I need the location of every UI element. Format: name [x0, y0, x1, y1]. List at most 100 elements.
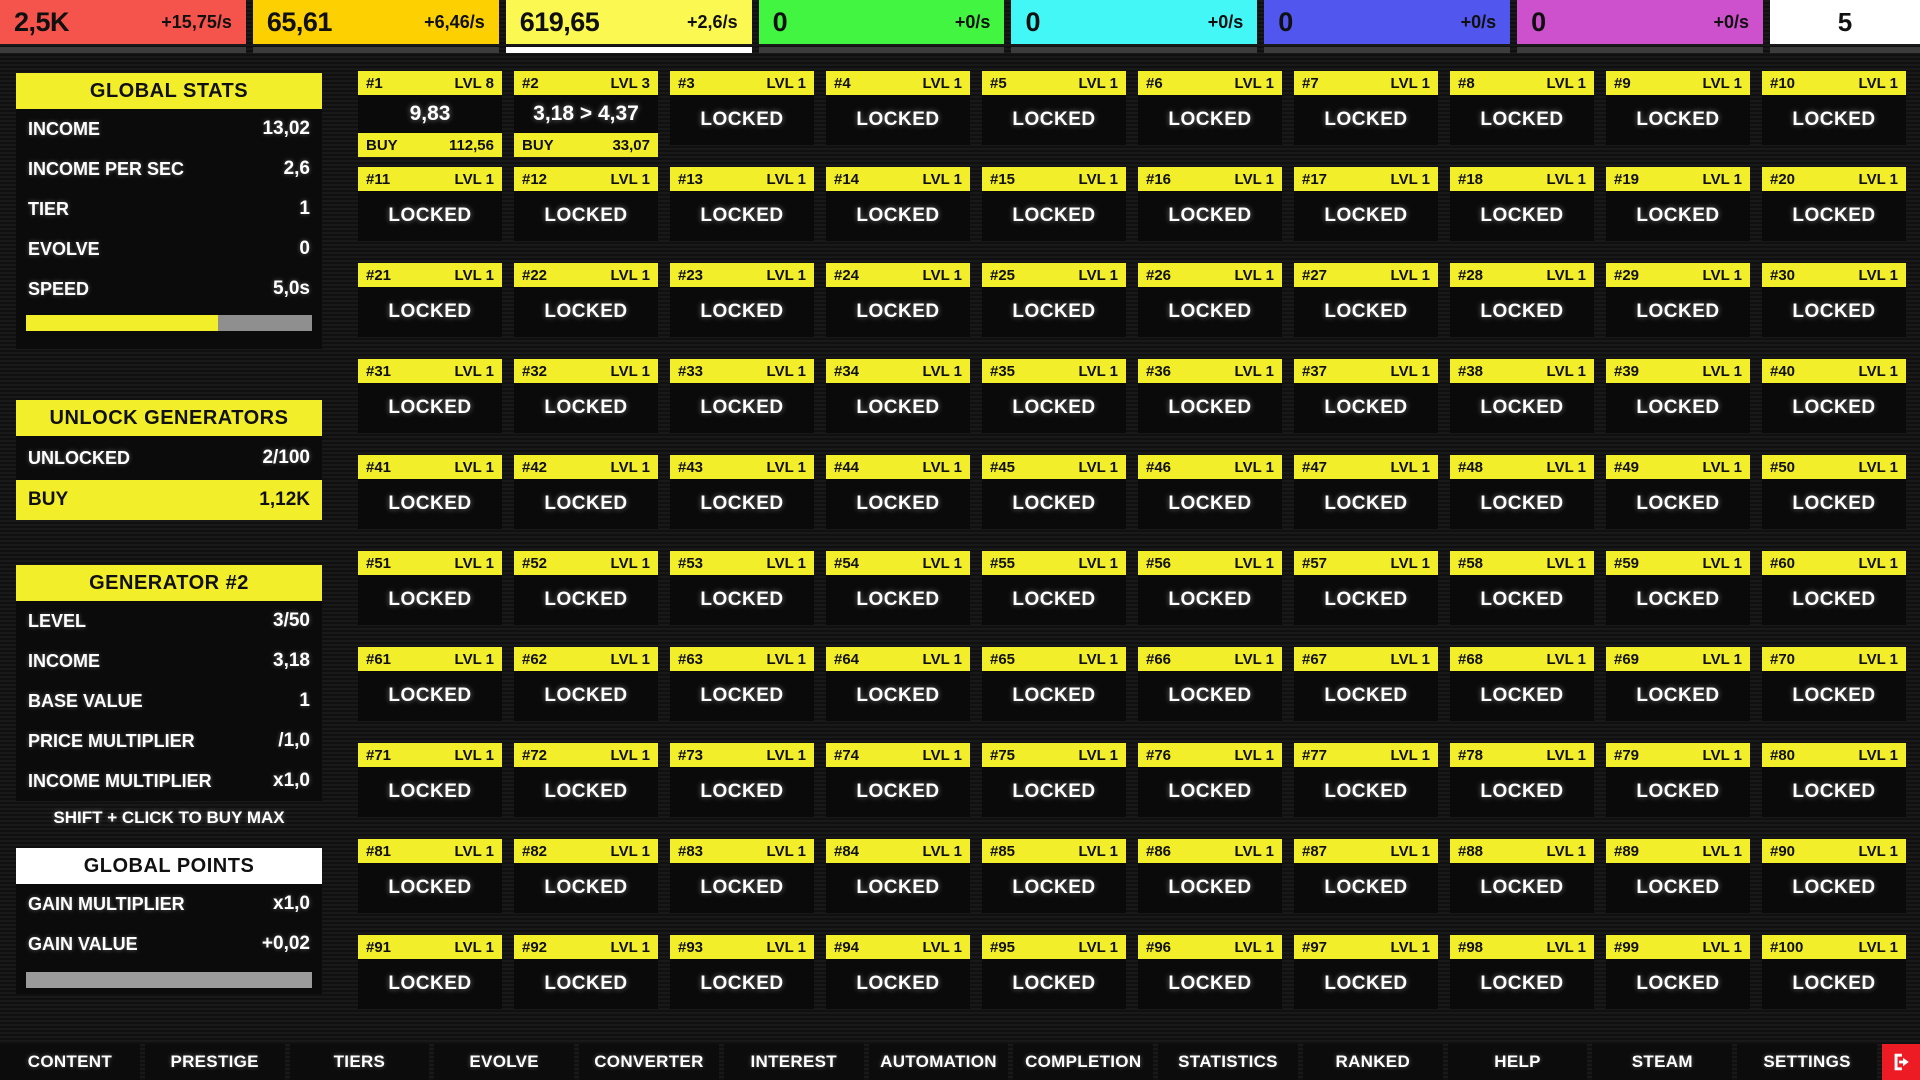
- generator-tile-98[interactable]: #98LVL 1LOCKED: [1450, 935, 1594, 1009]
- generator-tile-94[interactable]: #94LVL 1LOCKED: [826, 935, 970, 1009]
- generator-tile-39[interactable]: #39LVL 1LOCKED: [1606, 359, 1750, 433]
- generator-tile-43[interactable]: #43LVL 1LOCKED: [670, 455, 814, 529]
- generator-tile-82[interactable]: #82LVL 1LOCKED: [514, 839, 658, 913]
- generator-tile-8[interactable]: #8LVL 1LOCKED: [1450, 71, 1594, 145]
- generator-tile-32[interactable]: #32LVL 1LOCKED: [514, 359, 658, 433]
- generator-tile-56[interactable]: #56LVL 1LOCKED: [1138, 551, 1282, 625]
- generator-tile-41[interactable]: #41LVL 1LOCKED: [358, 455, 502, 529]
- generator-tile-71[interactable]: #71LVL 1LOCKED: [358, 743, 502, 817]
- generator-tile-88[interactable]: #88LVL 1LOCKED: [1450, 839, 1594, 913]
- generator-tile-92[interactable]: #92LVL 1LOCKED: [514, 935, 658, 1009]
- generator-tile-35[interactable]: #35LVL 1LOCKED: [982, 359, 1126, 433]
- generator-tile-80[interactable]: #80LVL 1LOCKED: [1762, 743, 1906, 817]
- generator-tile-37[interactable]: #37LVL 1LOCKED: [1294, 359, 1438, 433]
- generator-tile-5[interactable]: #5LVL 1LOCKED: [982, 71, 1126, 145]
- generator-tile-84[interactable]: #84LVL 1LOCKED: [826, 839, 970, 913]
- generator-tile-16[interactable]: #16LVL 1LOCKED: [1138, 167, 1282, 241]
- currency-box-3[interactable]: 619,65+2,6/s: [506, 0, 752, 44]
- currency-box-7[interactable]: 0+0/s: [1517, 0, 1763, 44]
- generator-tile-87[interactable]: #87LVL 1LOCKED: [1294, 839, 1438, 913]
- generator-tile-57[interactable]: #57LVL 1LOCKED: [1294, 551, 1438, 625]
- generator-tile-72[interactable]: #72LVL 1LOCKED: [514, 743, 658, 817]
- generator-buy-row[interactable]: BUY33,07: [514, 133, 658, 157]
- generator-tile-47[interactable]: #47LVL 1LOCKED: [1294, 455, 1438, 529]
- generator-tile-28[interactable]: #28LVL 1LOCKED: [1450, 263, 1594, 337]
- generator-buy-row[interactable]: BUY112,56: [358, 133, 502, 157]
- nav-button-statistics[interactable]: STATISTICS: [1158, 1044, 1298, 1080]
- generator-tile-61[interactable]: #61LVL 1LOCKED: [358, 647, 502, 721]
- generator-tile-66[interactable]: #66LVL 1LOCKED: [1138, 647, 1282, 721]
- generator-tile-100[interactable]: #100LVL 1LOCKED: [1762, 935, 1906, 1009]
- generator-tile-36[interactable]: #36LVL 1LOCKED: [1138, 359, 1282, 433]
- generator-tile-46[interactable]: #46LVL 1LOCKED: [1138, 455, 1282, 529]
- generator-tile-51[interactable]: #51LVL 1LOCKED: [358, 551, 502, 625]
- generator-tile-31[interactable]: #31LVL 1LOCKED: [358, 359, 502, 433]
- generator-tile-70[interactable]: #70LVL 1LOCKED: [1762, 647, 1906, 721]
- nav-button-interest[interactable]: INTEREST: [724, 1044, 864, 1080]
- generator-tile-26[interactable]: #26LVL 1LOCKED: [1138, 263, 1282, 337]
- generator-tile-11[interactable]: #11LVL 1LOCKED: [358, 167, 502, 241]
- unlock-buy-button[interactable]: BUY 1,12K: [16, 480, 322, 520]
- currency-box-4[interactable]: 0+0/s: [759, 0, 1005, 44]
- buy-amount-box[interactable]: 5: [1770, 0, 1920, 44]
- generator-tile-64[interactable]: #64LVL 1LOCKED: [826, 647, 970, 721]
- generator-tile-99[interactable]: #99LVL 1LOCKED: [1606, 935, 1750, 1009]
- generator-tile-24[interactable]: #24LVL 1LOCKED: [826, 263, 970, 337]
- generator-tile-34[interactable]: #34LVL 1LOCKED: [826, 359, 970, 433]
- generator-tile-17[interactable]: #17LVL 1LOCKED: [1294, 167, 1438, 241]
- generator-tile-9[interactable]: #9LVL 1LOCKED: [1606, 71, 1750, 145]
- generator-tile-19[interactable]: #19LVL 1LOCKED: [1606, 167, 1750, 241]
- generator-tile-73[interactable]: #73LVL 1LOCKED: [670, 743, 814, 817]
- generator-tile-59[interactable]: #59LVL 1LOCKED: [1606, 551, 1750, 625]
- generator-tile-91[interactable]: #91LVL 1LOCKED: [358, 935, 502, 1009]
- generator-tile-21[interactable]: #21LVL 1LOCKED: [358, 263, 502, 337]
- generator-tile-33[interactable]: #33LVL 1LOCKED: [670, 359, 814, 433]
- nav-button-help[interactable]: HELP: [1448, 1044, 1588, 1080]
- generator-tile-76[interactable]: #76LVL 1LOCKED: [1138, 743, 1282, 817]
- generator-tile-86[interactable]: #86LVL 1LOCKED: [1138, 839, 1282, 913]
- generator-tile-20[interactable]: #20LVL 1LOCKED: [1762, 167, 1906, 241]
- generator-tile-44[interactable]: #44LVL 1LOCKED: [826, 455, 970, 529]
- generator-tile-81[interactable]: #81LVL 1LOCKED: [358, 839, 502, 913]
- generator-tile-6[interactable]: #6LVL 1LOCKED: [1138, 71, 1282, 145]
- generator-tile-48[interactable]: #48LVL 1LOCKED: [1450, 455, 1594, 529]
- generator-tile-53[interactable]: #53LVL 1LOCKED: [670, 551, 814, 625]
- generator-tile-95[interactable]: #95LVL 1LOCKED: [982, 935, 1126, 1009]
- generator-tile-67[interactable]: #67LVL 1LOCKED: [1294, 647, 1438, 721]
- nav-button-ranked[interactable]: RANKED: [1303, 1044, 1443, 1080]
- generator-tile-54[interactable]: #54LVL 1LOCKED: [826, 551, 970, 625]
- generator-tile-40[interactable]: #40LVL 1LOCKED: [1762, 359, 1906, 433]
- generator-tile-63[interactable]: #63LVL 1LOCKED: [670, 647, 814, 721]
- generator-tile-60[interactable]: #60LVL 1LOCKED: [1762, 551, 1906, 625]
- generator-tile-55[interactable]: #55LVL 1LOCKED: [982, 551, 1126, 625]
- generator-tile-45[interactable]: #45LVL 1LOCKED: [982, 455, 1126, 529]
- generator-tile-50[interactable]: #50LVL 1LOCKED: [1762, 455, 1906, 529]
- generator-tile-27[interactable]: #27LVL 1LOCKED: [1294, 263, 1438, 337]
- generator-tile-14[interactable]: #14LVL 1LOCKED: [826, 167, 970, 241]
- generator-tile-1[interactable]: #1LVL 89,83BUY112,56: [358, 71, 502, 157]
- generator-tile-38[interactable]: #38LVL 1LOCKED: [1450, 359, 1594, 433]
- generator-tile-83[interactable]: #83LVL 1LOCKED: [670, 839, 814, 913]
- nav-button-prestige[interactable]: PRESTIGE: [145, 1044, 285, 1080]
- nav-button-settings[interactable]: SETTINGS: [1737, 1044, 1877, 1080]
- generator-tile-13[interactable]: #13LVL 1LOCKED: [670, 167, 814, 241]
- nav-button-automation[interactable]: AUTOMATION: [869, 1044, 1009, 1080]
- generator-tile-29[interactable]: #29LVL 1LOCKED: [1606, 263, 1750, 337]
- nav-button-evolve[interactable]: EVOLVE: [434, 1044, 574, 1080]
- generator-tile-89[interactable]: #89LVL 1LOCKED: [1606, 839, 1750, 913]
- generator-tile-23[interactable]: #23LVL 1LOCKED: [670, 263, 814, 337]
- currency-box-1[interactable]: 2,5K+15,75/s: [0, 0, 246, 44]
- generator-tile-79[interactable]: #79LVL 1LOCKED: [1606, 743, 1750, 817]
- generator-tile-85[interactable]: #85LVL 1LOCKED: [982, 839, 1126, 913]
- generator-tile-62[interactable]: #62LVL 1LOCKED: [514, 647, 658, 721]
- generator-tile-22[interactable]: #22LVL 1LOCKED: [514, 263, 658, 337]
- generator-tile-7[interactable]: #7LVL 1LOCKED: [1294, 71, 1438, 145]
- generator-tile-25[interactable]: #25LVL 1LOCKED: [982, 263, 1126, 337]
- generator-tile-93[interactable]: #93LVL 1LOCKED: [670, 935, 814, 1009]
- generator-tile-4[interactable]: #4LVL 1LOCKED: [826, 71, 970, 145]
- currency-box-5[interactable]: 0+0/s: [1011, 0, 1257, 44]
- generator-tile-69[interactable]: #69LVL 1LOCKED: [1606, 647, 1750, 721]
- currency-box-6[interactable]: 0+0/s: [1264, 0, 1510, 44]
- generator-tile-10[interactable]: #10LVL 1LOCKED: [1762, 71, 1906, 145]
- generator-tile-78[interactable]: #78LVL 1LOCKED: [1450, 743, 1594, 817]
